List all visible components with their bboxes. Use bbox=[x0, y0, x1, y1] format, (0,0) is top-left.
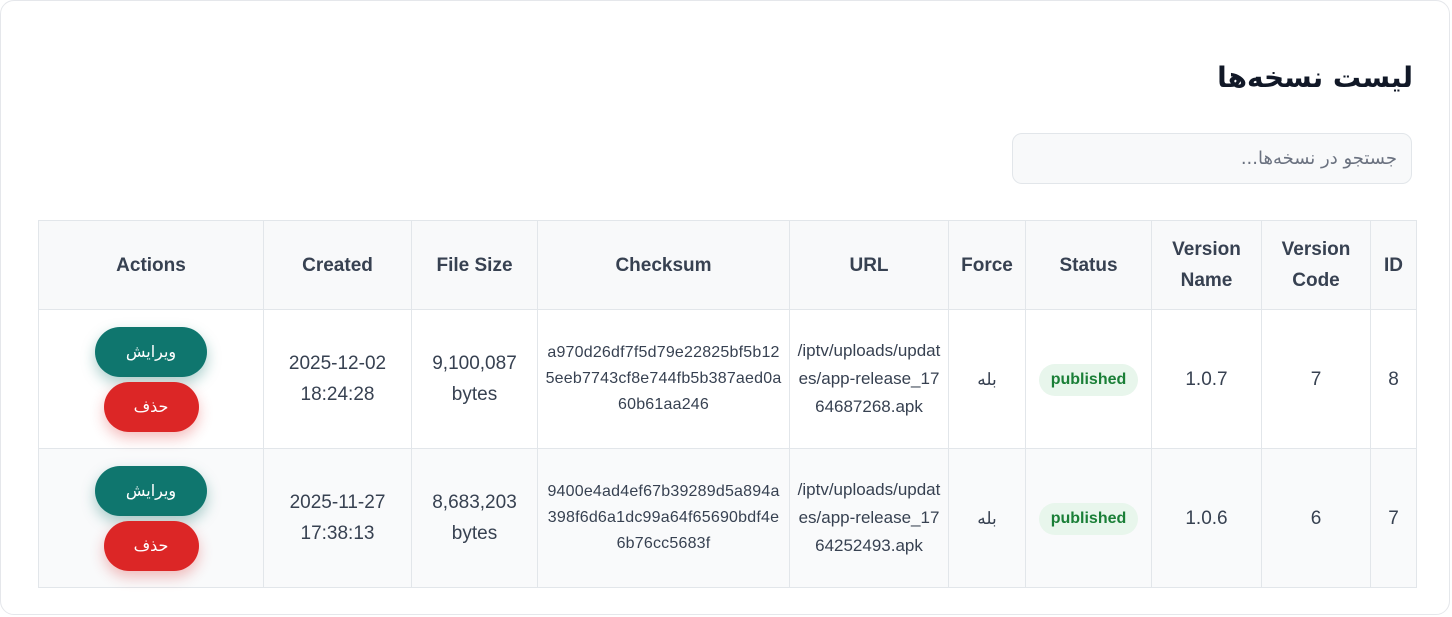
header-file-size: File Size bbox=[411, 220, 538, 310]
header-checksum: Checksum bbox=[537, 220, 790, 310]
cell-force: بله bbox=[948, 309, 1026, 449]
search-input[interactable] bbox=[1012, 133, 1412, 184]
cell-url: /iptv/uploads/updates/app-release_176468… bbox=[789, 309, 949, 449]
cell-id: 8 bbox=[1370, 309, 1417, 449]
file-size-unit: bytes bbox=[451, 384, 498, 405]
header-version-name: Version Name bbox=[1151, 220, 1262, 310]
table-header-row: Actions Created File Size Checksum URL F… bbox=[38, 220, 1417, 310]
header-url: URL bbox=[789, 220, 949, 310]
cell-checksum: 9400e4ad4ef67b39289d5a894a398f6d6a1dc99a… bbox=[537, 448, 790, 588]
header-created: Created bbox=[263, 220, 412, 310]
table-row: ویرایش حذف 2025-11-27 17:38:13 8,683,203… bbox=[38, 448, 1417, 588]
cell-status: published bbox=[1025, 448, 1152, 588]
header-force: Force bbox=[948, 220, 1026, 310]
versions-card: لیست نسخه‌ها Actions Created File Size C… bbox=[0, 0, 1450, 615]
created-time: 18:24:28 bbox=[300, 384, 375, 405]
status-badge: published bbox=[1038, 502, 1139, 535]
status-badge: published bbox=[1038, 363, 1139, 396]
edit-button[interactable]: ویرایش bbox=[95, 465, 207, 516]
cell-actions: ویرایش حذف bbox=[38, 448, 264, 588]
file-size-value: 9,100,087 bbox=[432, 353, 517, 374]
cell-id: 7 bbox=[1370, 448, 1417, 588]
file-size-unit: bytes bbox=[451, 523, 498, 544]
cell-version-name: 1.0.6 bbox=[1151, 448, 1262, 588]
cell-url: /iptv/uploads/updates/app-release_176425… bbox=[789, 448, 949, 588]
row-actions: ویرایش حذف bbox=[45, 326, 257, 432]
header-actions: Actions bbox=[38, 220, 264, 310]
row-actions: ویرایش حذف bbox=[45, 465, 257, 571]
cell-file-size: 8,683,203 bytes bbox=[411, 448, 538, 588]
header-id: ID bbox=[1370, 220, 1417, 310]
file-size-value: 8,683,203 bbox=[432, 492, 517, 513]
cell-actions: ویرایش حذف bbox=[38, 309, 264, 449]
header-status: Status bbox=[1025, 220, 1152, 310]
cell-created: 2025-11-27 17:38:13 bbox=[263, 448, 412, 588]
cell-version-code: 7 bbox=[1261, 309, 1371, 449]
delete-button[interactable]: حذف bbox=[103, 520, 199, 571]
cell-version-code: 6 bbox=[1261, 448, 1371, 588]
header-version-code: Version Code bbox=[1261, 220, 1371, 310]
versions-table: Actions Created File Size Checksum URL F… bbox=[38, 220, 1417, 588]
cell-force: بله bbox=[948, 448, 1026, 588]
cell-version-name: 1.0.7 bbox=[1151, 309, 1262, 449]
created-date: 2025-12-02 bbox=[288, 353, 387, 374]
delete-button[interactable]: حذف bbox=[103, 381, 199, 432]
created-date: 2025-11-27 bbox=[289, 492, 386, 513]
cell-checksum: a970d26df7f5d79e22825bf5b125eeb7743cf8e7… bbox=[537, 309, 790, 449]
cell-status: published bbox=[1025, 309, 1152, 449]
cell-created: 2025-12-02 18:24:28 bbox=[263, 309, 412, 449]
table-row: ویرایش حذف 2025-12-02 18:24:28 9,100,087… bbox=[38, 309, 1417, 449]
page-title: لیست نسخه‌ها bbox=[1217, 61, 1413, 94]
cell-file-size: 9,100,087 bytes bbox=[411, 309, 538, 449]
edit-button[interactable]: ویرایش bbox=[95, 326, 207, 377]
created-time: 17:38:13 bbox=[300, 523, 375, 544]
